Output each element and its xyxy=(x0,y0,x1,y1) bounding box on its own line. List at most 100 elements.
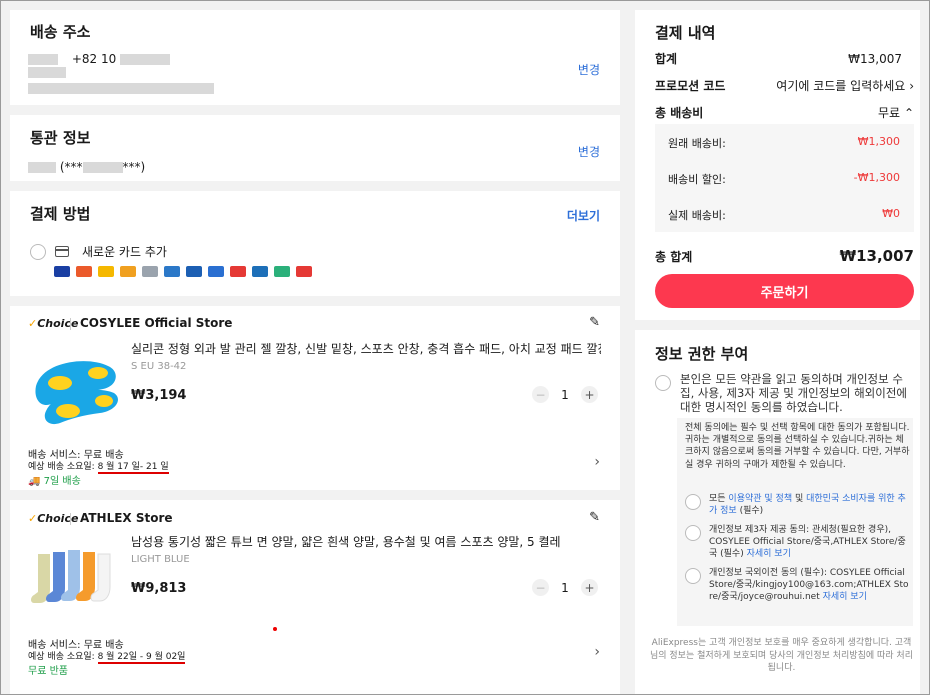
terms-link[interactable]: 이용약관 및 정책 xyxy=(728,494,792,504)
quantity-value: 1 xyxy=(561,387,569,402)
edit-note-icon[interactable]: ✎ xyxy=(589,510,600,525)
address-line-masked xyxy=(28,67,66,78)
third-party-consent-text: 개인정보 제3자 제공 동의: 관세청(필요한 경우), COSYLEE Off… xyxy=(709,525,906,560)
delivery-dates: 8 월 22일 - 9 월 02일 xyxy=(97,652,186,664)
amex-icon xyxy=(208,266,224,277)
product-price: ₩3,194 xyxy=(131,388,187,403)
terms-consent-text: 모든 이용약관 및 정책 및 대한민국 소비자를 위한 추가 정보 (필수) xyxy=(709,494,906,517)
shipping-breakdown-row: 실제 배송비: ₩0 xyxy=(668,207,900,223)
address-recipient-line: +82 10 xyxy=(28,52,171,66)
overseas-transfer-checkbox[interactable] xyxy=(685,568,701,584)
store-name[interactable]: COSYLEE Official Store xyxy=(80,316,232,330)
payment-title: 결제 방법 xyxy=(30,205,91,223)
free-return-badge: 무료 반품 xyxy=(28,666,68,677)
address-phone: +82 10 xyxy=(71,52,117,66)
consent-notice: 전체 동의에는 필수 및 선택 항목에 대한 동의가 포함됩니다. 귀하는 개별… xyxy=(685,423,910,470)
payment-card: 결제 방법 더보기 새로운 카드 추가 xyxy=(10,191,620,296)
estimated-delivery: 예상 배송 소요일: 8 월 17 일- 21 일 xyxy=(28,462,169,474)
third-party-more-link[interactable]: 자세히 보기 xyxy=(747,549,791,559)
truck-icon: 🚚 xyxy=(28,476,41,487)
card-icon xyxy=(55,246,69,257)
agree-all-checkbox[interactable] xyxy=(655,375,671,391)
decrease-button[interactable]: − xyxy=(532,386,549,403)
consent-main-text: 본인은 모든 약관을 읽고 동의하며 개인정보 수집, 사용, 제3자 제공 및… xyxy=(680,372,907,414)
customs-id-end: ***) xyxy=(122,160,146,174)
subtotal-label: 합계 xyxy=(655,52,678,66)
edit-note-icon[interactable]: ✎ xyxy=(589,315,600,330)
add-card-radio[interactable] xyxy=(30,244,46,260)
shipping-breakdown-label: 실제 배송비: xyxy=(668,209,726,222)
brand-12-icon xyxy=(296,266,312,277)
promo-row[interactable]: 프로모션 코드 여기에 코드를 입력하세요 › xyxy=(655,77,914,94)
shipping-breakdown-value: -₩1,300 xyxy=(853,171,900,184)
chevron-up-icon: ⌃ xyxy=(903,106,914,120)
privacy-footer: AliExpress는 고객 개인정보 보호를 매우 중요하게 생각합니다. 고… xyxy=(649,638,913,673)
payment-brand-icons xyxy=(54,266,318,277)
shipping-breakdown-row: 원래 배송비: ₩1,300 xyxy=(668,135,900,151)
product-variant: S EU 38-42 xyxy=(131,361,187,372)
brand-9-icon xyxy=(230,266,246,277)
consent-detail-box: 전체 동의에는 필수 및 선택 항목에 대한 동의가 포함됩니다. 귀하는 개별… xyxy=(677,418,913,626)
brand-11-icon xyxy=(274,266,290,277)
overseas-consent-text: 개인정보 국외이전 동의 (필수): COSYLEE Official Stor… xyxy=(709,568,909,603)
chevron-right-icon: › xyxy=(909,79,914,93)
brand-5-icon xyxy=(142,266,158,277)
subtotal-value: ₩13,007 xyxy=(848,51,902,66)
subtotal-row: 합계 ₩13,007 xyxy=(655,50,902,67)
customs-id-start: (*** xyxy=(59,160,83,174)
mastercard-icon xyxy=(76,266,92,277)
chevron-right-icon[interactable]: › xyxy=(594,454,600,470)
address-line2-masked xyxy=(28,83,214,94)
quantity-value: 1 xyxy=(561,580,569,595)
total-value: ₩13,007 xyxy=(839,247,914,265)
store-name[interactable]: ATHLEX Store xyxy=(80,511,173,525)
increase-button[interactable]: + xyxy=(581,579,598,596)
address-change-link[interactable]: 변경 xyxy=(578,61,600,78)
brand-3-icon xyxy=(98,266,114,277)
total-label: 총 합계 xyxy=(655,249,693,264)
brand-6-icon xyxy=(164,266,180,277)
shipping-breakdown-label: 배송비 할인: xyxy=(668,173,726,186)
shipping-breakdown-label: 원래 배송비: xyxy=(668,137,726,150)
shipping-row[interactable]: 총 배송비 무료 ⌃ xyxy=(655,104,914,121)
jcb-icon xyxy=(252,266,268,277)
customs-change-link[interactable]: 변경 xyxy=(578,143,600,160)
total-row: 총 합계 ₩13,007 xyxy=(655,247,914,265)
choice-divider xyxy=(70,318,71,330)
shipping-breakdown-value: ₩1,300 xyxy=(857,135,900,148)
shipping-toggle[interactable]: 무료 ⌃ xyxy=(878,104,914,121)
address-card: 배송 주소 +82 10 변경 xyxy=(10,10,620,105)
address-title: 배송 주소 xyxy=(30,23,91,41)
store-card-athlex: ✓Choice ATHLEX Store ✎ 남성용 통기성 짧은 튜브 면 양… xyxy=(10,500,620,695)
delivery-dates: 8 월 17 일- 21 일 xyxy=(97,462,169,474)
increase-button[interactable]: + xyxy=(581,386,598,403)
decrease-button[interactable]: − xyxy=(532,579,549,596)
customs-title: 통관 정보 xyxy=(30,129,91,147)
customs-name-masked xyxy=(28,162,56,173)
product-image-socks[interactable] xyxy=(28,544,123,614)
quantity-stepper: − 1 + xyxy=(532,386,598,403)
customs-id-masked xyxy=(82,162,123,173)
phone-masked xyxy=(120,54,171,65)
estimated-delivery: 예상 배송 소요일: 8 월 22일 - 9 월 02일 xyxy=(28,652,186,664)
chevron-right-icon[interactable]: › xyxy=(594,644,600,660)
product-title[interactable]: 실리콘 정형 외과 발 관리 젤 깔창, 신발 밑창, 스포츠 안창, 충격 흡… xyxy=(131,341,601,357)
brand-7-icon xyxy=(186,266,202,277)
summary-title: 결제 내역 xyxy=(655,24,716,42)
promo-input[interactable]: 여기에 코드를 입력하세요 › xyxy=(776,77,914,94)
product-image-insole[interactable] xyxy=(28,341,123,426)
terms-checkbox[interactable] xyxy=(685,494,701,510)
promo-label: 프로모션 코드 xyxy=(655,79,726,93)
place-order-button[interactable]: 주문하기 xyxy=(655,274,914,308)
customs-card: 통관 정보 (*** ***) 변경 xyxy=(10,115,620,181)
quantity-stepper: − 1 + xyxy=(532,579,598,596)
customs-id-line: (*** ***) xyxy=(28,160,145,174)
product-title[interactable]: 남성용 통기성 짧은 튜브 면 양말, 얇은 흰색 양말, 용수철 및 여름 스… xyxy=(131,534,601,550)
store-card-cosylee: ✓Choice COSYLEE Official Store ✎ 실리콘 정형 … xyxy=(10,306,620,490)
payment-more-link[interactable]: 더보기 xyxy=(567,207,600,224)
third-party-checkbox[interactable] xyxy=(685,525,701,541)
brand-4-icon xyxy=(120,266,136,277)
overseas-more-link[interactable]: 자세히 보기 xyxy=(823,592,867,602)
shipping-breakdown: 원래 배송비: ₩1,300 배송비 할인: -₩1,300 실제 배송비: ₩0 xyxy=(655,124,914,232)
add-card-label[interactable]: 새로운 카드 추가 xyxy=(82,243,167,260)
